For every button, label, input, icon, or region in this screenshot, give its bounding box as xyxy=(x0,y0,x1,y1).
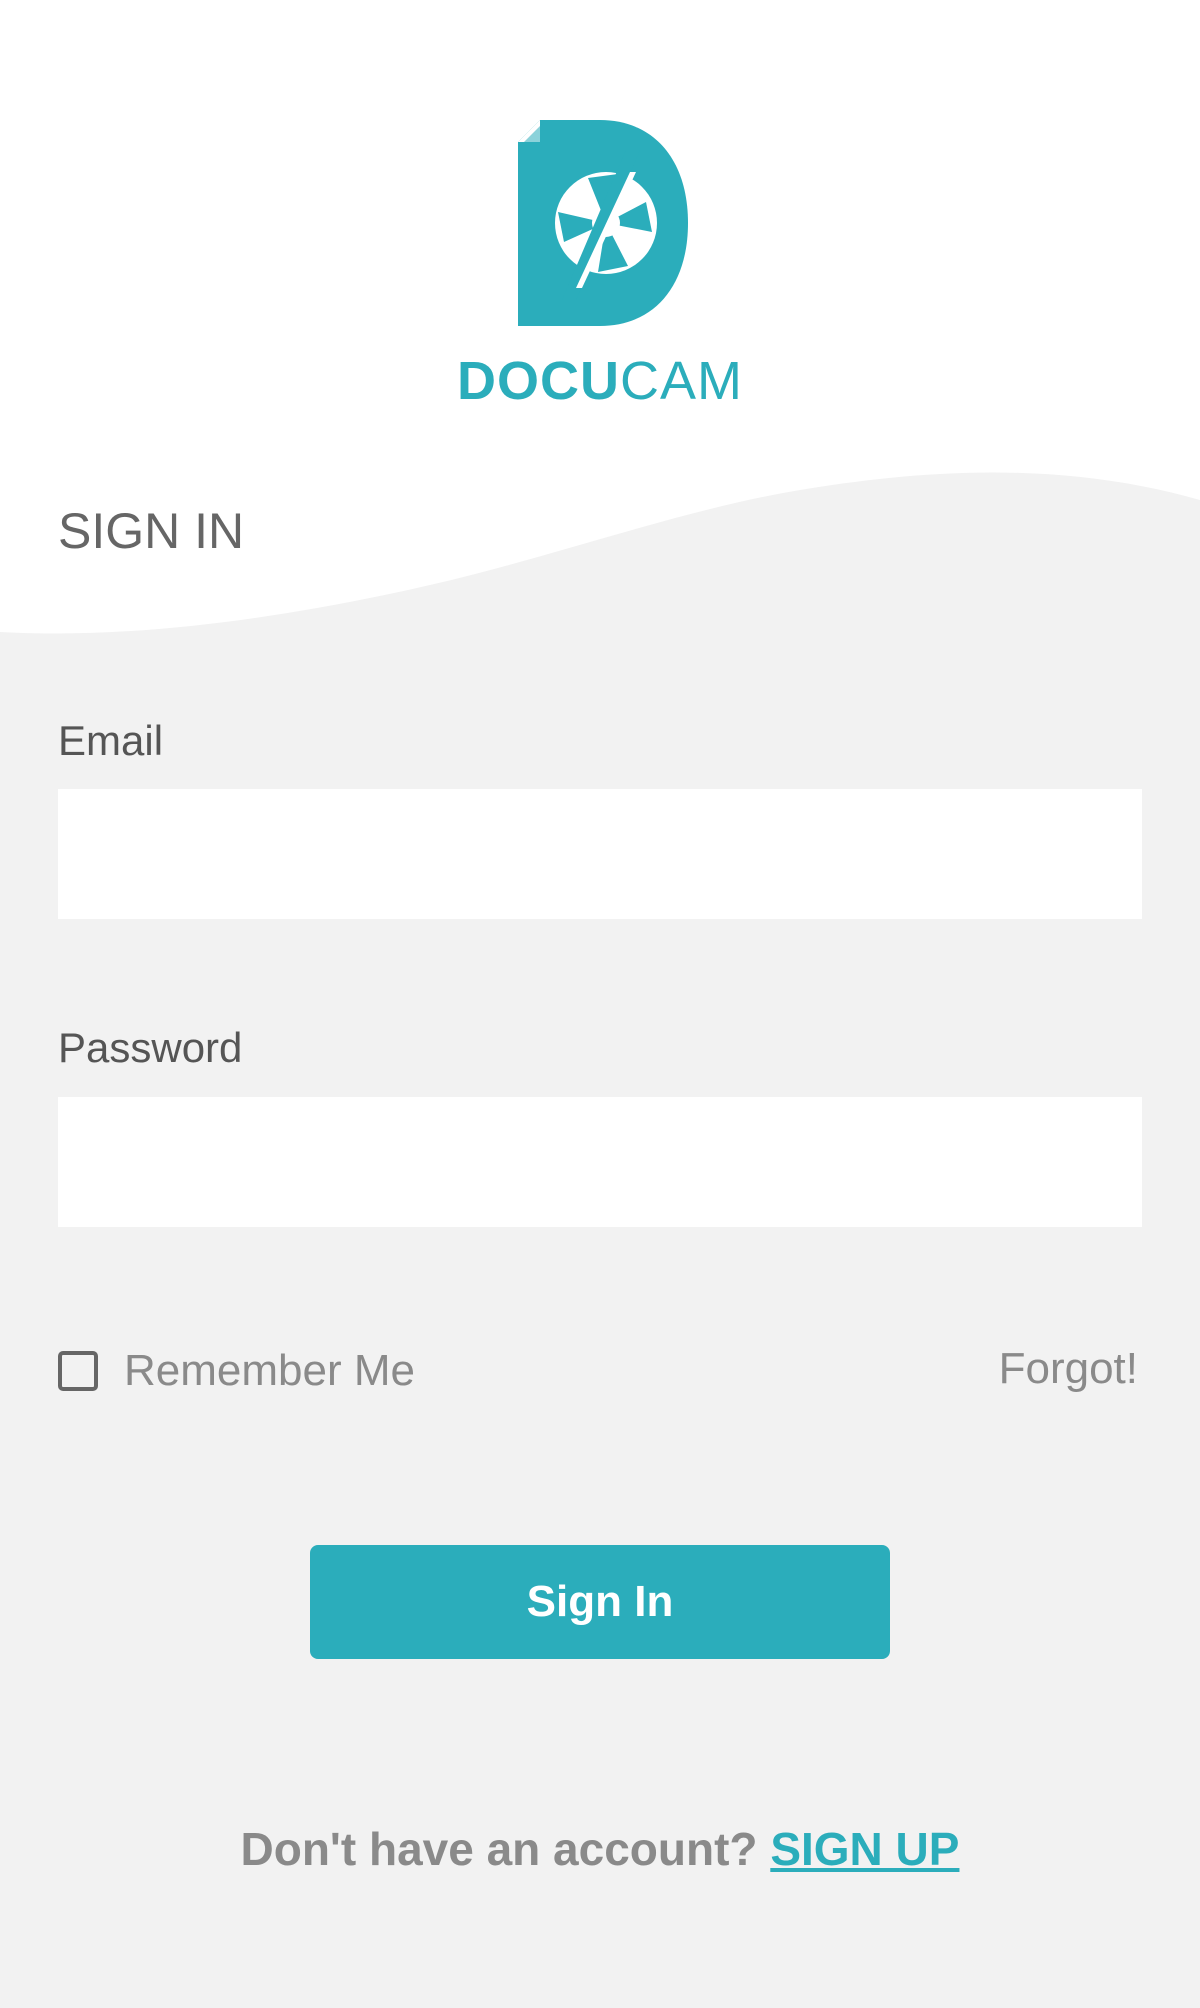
page-title: SIGN IN xyxy=(58,503,245,559)
header-wave-background xyxy=(0,0,1200,660)
signup-prompt: Don't have an account? xyxy=(240,1823,771,1875)
brand-wordmark: DOCUCAM xyxy=(0,354,1200,408)
docucam-logo-icon xyxy=(518,120,688,326)
remember-me-checkbox[interactable] xyxy=(58,1351,98,1391)
email-field[interactable] xyxy=(58,789,1142,919)
forgot-password-link[interactable]: Forgot! xyxy=(999,1347,1138,1391)
sign-in-button[interactable]: Sign In xyxy=(310,1545,890,1659)
password-field[interactable] xyxy=(58,1097,1142,1227)
email-label: Email xyxy=(58,717,164,764)
brand-wordmark-light: CAM xyxy=(620,351,743,411)
signup-link[interactable]: SIGN UP xyxy=(770,1823,959,1875)
password-label: Password xyxy=(58,1024,243,1071)
sign-in-screen: DOCUCAM SIGN IN Email Password Remember … xyxy=(0,0,1200,2008)
remember-me-label: Remember Me xyxy=(124,1346,415,1395)
signup-row: Don't have an account? SIGN UP xyxy=(0,1826,1200,1872)
brand-wordmark-bold: DOCU xyxy=(457,351,620,411)
remember-me-toggle[interactable]: Remember Me xyxy=(58,1346,415,1396)
